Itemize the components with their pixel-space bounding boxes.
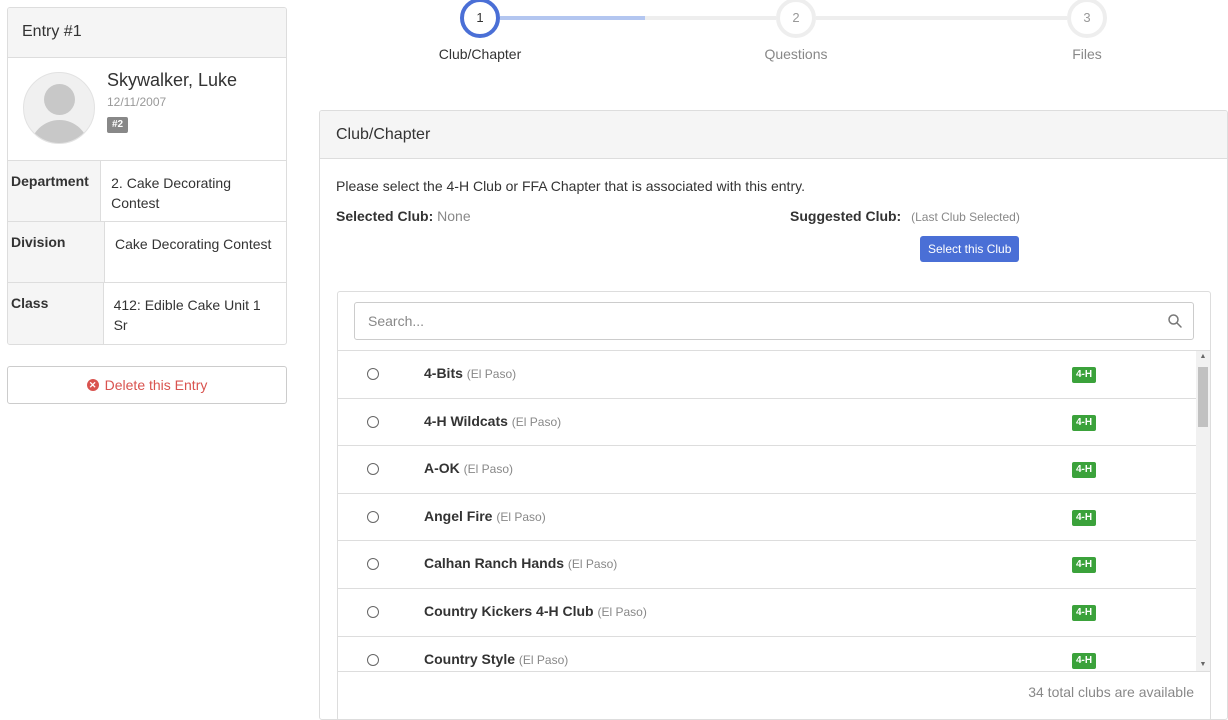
progress-stepper: 1 2 3 Club/Chapter Questions Files	[320, 0, 1228, 70]
detail-value: 2. Cake Decorating Contest	[111, 175, 231, 211]
step-1-circle[interactable]: 1	[460, 0, 500, 38]
club-radio[interactable]	[367, 510, 379, 523]
step-connector-active	[500, 16, 645, 20]
search-icon[interactable]	[1167, 313, 1183, 329]
step-2-label: Questions	[764, 46, 828, 62]
avatar-head-icon	[44, 84, 75, 115]
club-type-badge: 4-H	[1072, 652, 1097, 669]
detail-value: 412: Edible Cake Unit 1 Sr	[113, 297, 261, 333]
entry-panel: Entry #1 Skywalker, Luke 12/11/2007 Depa…	[7, 7, 287, 345]
detail-label: Department	[8, 161, 102, 221]
scroll-thumb[interactable]	[1198, 367, 1208, 427]
club-county: (El Paso)	[466, 367, 517, 381]
club-panel-title: Club/Chapter	[320, 111, 1227, 159]
club-type-badge: 4-H	[1072, 557, 1097, 574]
club-name: Angel Fire (El Paso)	[424, 507, 546, 524]
club-radio[interactable]	[367, 558, 379, 571]
scroll-up-arrow-icon[interactable]: ▲	[1196, 351, 1210, 363]
entry-person: Skywalker, Luke 12/11/2007	[8, 58, 286, 161]
scroll-down-arrow-icon[interactable]: ▼	[1196, 659, 1210, 671]
delete-entry-button[interactable]: ✕ Delete this Entry	[7, 366, 287, 404]
club-name: A-OK (El Paso)	[424, 460, 514, 477]
club-radio[interactable]	[367, 463, 379, 476]
step-2-circle[interactable]: 2	[776, 0, 816, 38]
detail-row-department: Department 2. Cake Decorating Contest	[8, 161, 286, 222]
search-input[interactable]	[355, 303, 1135, 339]
avatar	[23, 72, 95, 144]
step-3-label: Files	[1072, 46, 1102, 62]
avatar-body-icon	[30, 120, 89, 143]
club-type-badge: 4-H	[1072, 414, 1097, 431]
detail-value: Cake Decorating Contest	[115, 236, 272, 252]
club-type-badge: 4-H	[1072, 367, 1097, 383]
club-radio[interactable]	[367, 605, 379, 618]
step-3-circle[interactable]: 3	[1067, 0, 1107, 38]
club-row-4-h-wildcats[interactable]: 4-H Wildcats (El Paso) 4-H	[338, 399, 1210, 447]
detail-label: Division	[8, 222, 105, 282]
club-county: (El Paso)	[567, 557, 618, 572]
step-1-label: Club/Chapter	[438, 46, 522, 62]
selected-club-value: None	[437, 208, 471, 224]
total-clubs-count: 34 total clubs are available	[1028, 684, 1194, 700]
entry-title: Entry #1	[8, 8, 286, 58]
club-name: Country Kickers 4-H Club (El Paso)	[424, 602, 647, 619]
club-radio[interactable]	[367, 368, 379, 380]
club-county: (El Paso)	[496, 509, 546, 524]
club-name: Calhan Ranch Hands (El Paso)	[424, 555, 618, 572]
club-name: 4-Bits (El Paso)	[424, 365, 517, 381]
club-list-scrollbar[interactable]: ▲ ▼	[1196, 351, 1210, 671]
club-row-a-ok[interactable]: A-OK (El Paso) 4-H	[338, 446, 1210, 494]
detail-label: Class	[8, 283, 104, 344]
club-list: 4-Bits (El Paso) 4-H 4-H Wildcats (El Pa…	[338, 350, 1210, 672]
club-chapter-panel: Club/Chapter Please select the 4-H Club …	[319, 110, 1228, 720]
club-type-badge: 4-H	[1072, 509, 1097, 526]
club-type-badge: 4-H	[1072, 604, 1097, 621]
select-this-club-button[interactable]: Select this Club	[920, 236, 1020, 262]
step-connector	[645, 16, 776, 20]
search-box	[354, 302, 1194, 340]
step-connector	[816, 16, 1067, 20]
suggested-club-hint: (Last Club Selected)	[911, 210, 1020, 224]
club-list-panel: 4-Bits (El Paso) 4-H 4-H Wildcats (El Pa…	[337, 291, 1211, 719]
suggested-club: Suggested Club: (Last Club Selected)	[790, 208, 1020, 224]
person-dob: 12/11/2007	[107, 95, 167, 109]
club-radio[interactable]	[367, 653, 379, 666]
club-row-country-kickers[interactable]: Country Kickers 4-H Club (El Paso) 4-H	[338, 589, 1210, 637]
club-type-badge: 4-H	[1072, 462, 1097, 479]
person-name: Skywalker, Luke	[107, 70, 238, 90]
selected-club: Selected Club: None	[336, 208, 471, 224]
club-county: (El Paso)	[463, 462, 514, 477]
club-county: (El Paso)	[597, 604, 647, 619]
club-radio[interactable]	[367, 415, 379, 428]
times-circle-icon: ✕	[86, 379, 99, 391]
club-row-4-bits[interactable]: 4-Bits (El Paso) 4-H	[338, 351, 1210, 399]
club-row-country-style[interactable]: Country Style (El Paso) 4-H	[338, 637, 1210, 671]
entry-number-badge: #2	[107, 117, 129, 133]
selected-club-label: Selected Club:	[336, 208, 434, 224]
club-name: Country Style (El Paso)	[424, 650, 569, 667]
club-county: (El Paso)	[518, 652, 569, 667]
detail-row-division: Division Cake Decorating Contest	[8, 222, 286, 283]
club-instructions: Please select the 4-H Club or FFA Chapte…	[336, 178, 805, 194]
club-row-angel-fire[interactable]: Angel Fire (El Paso) 4-H	[338, 494, 1210, 542]
club-row-calhan-ranch-hands[interactable]: Calhan Ranch Hands (El Paso) 4-H	[338, 541, 1210, 589]
detail-row-class: Class 412: Edible Cake Unit 1 Sr	[8, 283, 286, 344]
club-county: (El Paso)	[511, 414, 562, 429]
delete-entry-label: Delete this Entry	[104, 377, 208, 393]
suggested-club-label: Suggested Club:	[790, 208, 902, 224]
club-name: 4-H Wildcats (El Paso)	[424, 412, 562, 429]
